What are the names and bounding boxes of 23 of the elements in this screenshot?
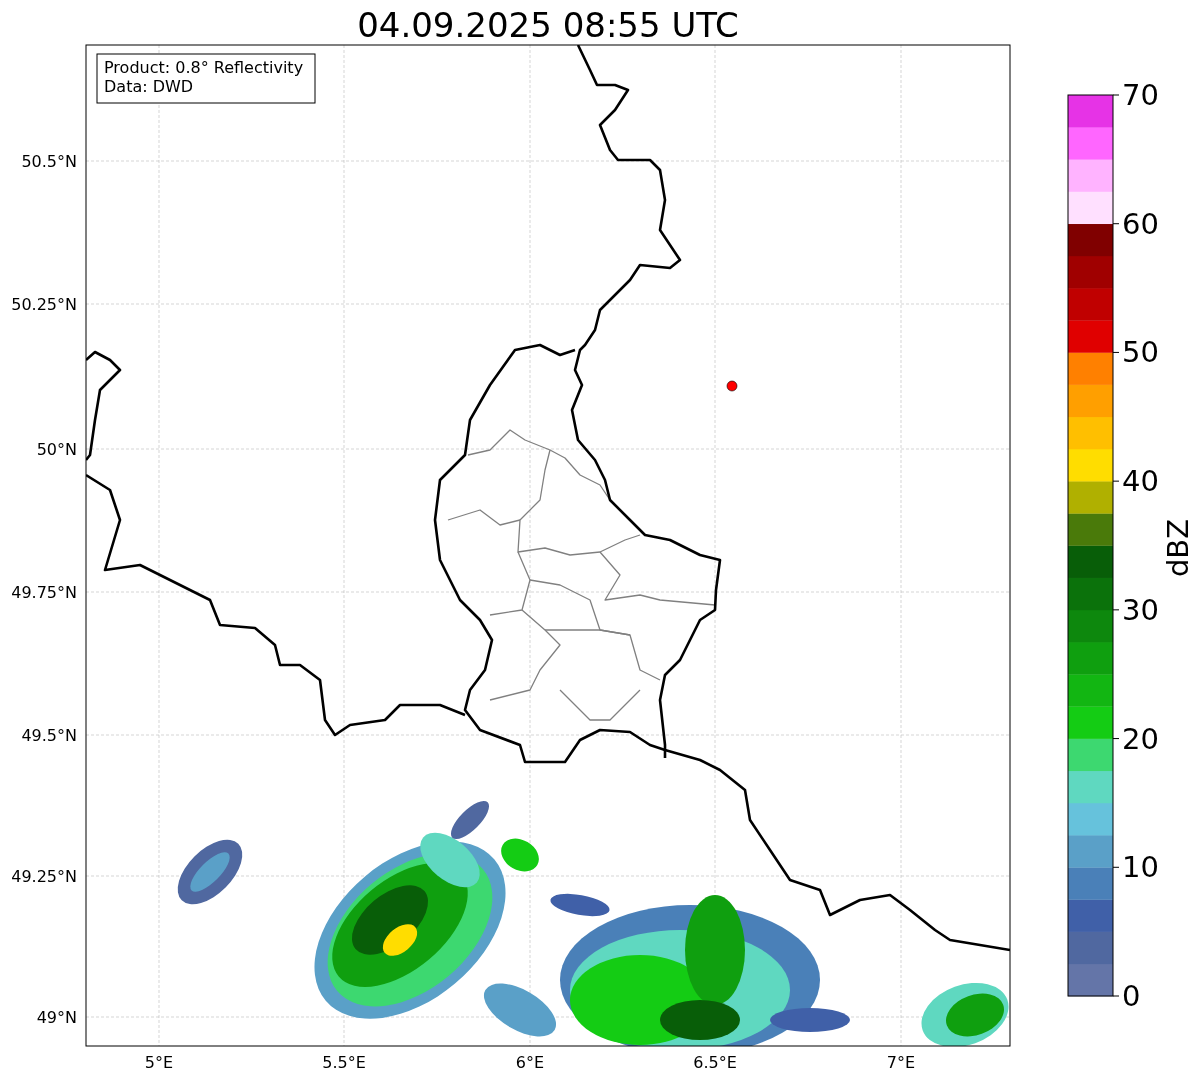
latitude-label: 49.5°N: [21, 726, 77, 745]
latitude-label: 49°N: [36, 1008, 77, 1027]
longitude-label: 6.5°E: [693, 1053, 737, 1072]
latitude-label: 49.75°N: [11, 583, 77, 602]
page-title: 04.09.2025 08:55 UTC: [357, 5, 739, 45]
colorbar-tick-label: 20: [1122, 721, 1159, 756]
info-box: Product: 0.8° Reflectivity Data: DWD: [96, 53, 316, 104]
longitude-label: 7°E: [886, 1053, 916, 1072]
longitude-label: 6°E: [515, 1053, 545, 1072]
latitude-label: 50.25°N: [11, 295, 77, 314]
latitude-label: 50°N: [36, 440, 77, 459]
colorbar-tick-label: 40: [1122, 464, 1159, 499]
colorbar-label: dBZ: [1161, 518, 1195, 578]
longitude-label: 5.5°E: [322, 1053, 366, 1072]
colorbar-tick-label: 30: [1122, 592, 1159, 627]
latitude-label: 49.25°N: [11, 867, 77, 886]
colorbar-tick-label: 0: [1122, 979, 1141, 1013]
colorbar-tick-label: 50: [1122, 335, 1159, 370]
colorbar-tick-label: 60: [1122, 206, 1159, 241]
colorbar-tick-label: 70: [1122, 78, 1159, 112]
longitude-label: 5°E: [144, 1053, 174, 1072]
colorbar-tick-label: 10: [1122, 850, 1159, 885]
latitude-label: 50.5°N: [21, 152, 77, 171]
